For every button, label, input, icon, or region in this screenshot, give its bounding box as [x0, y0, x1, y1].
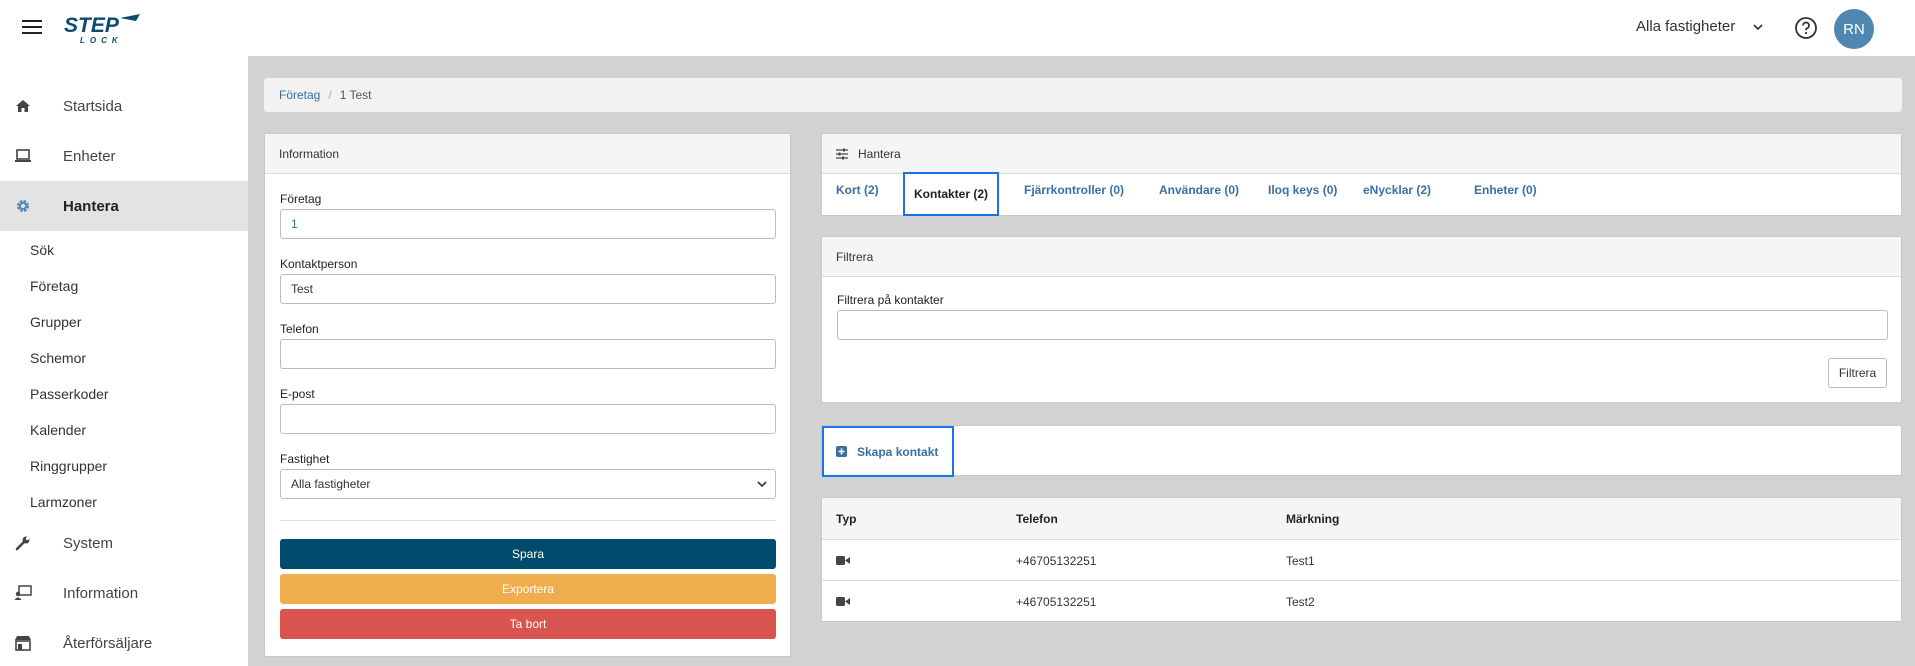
row-label: Test2 [1286, 595, 1315, 609]
logo-bottom-text: LOCK [80, 36, 123, 45]
contacts-table: Typ Telefon Märkning +46705132251 Test1 … [821, 497, 1902, 622]
video-camera-icon [836, 556, 850, 565]
tab-enycklar[interactable]: eNycklar (2) [1363, 174, 1431, 206]
sidebar-subitem-sok[interactable]: Sök [30, 242, 54, 258]
main-content: Företag / 1 Test Information Företag 1 K… [248, 56, 1915, 666]
laptop-icon [14, 147, 32, 165]
sliders-icon [836, 148, 848, 159]
information-card: Information Företag 1 Kontaktperson Test… [264, 133, 791, 657]
save-button[interactable]: Spara [280, 539, 776, 569]
row-phone: +46705132251 [1016, 554, 1097, 568]
logo-top-text: STEP [64, 14, 120, 37]
filter-contacts-label: Filtrera på kontakter [837, 293, 944, 307]
filter-card-title: Filtrera [822, 237, 1901, 277]
wrench-icon [14, 534, 32, 552]
hamburger-menu-icon[interactable] [22, 20, 42, 36]
email-label: E-post [280, 387, 315, 401]
phone-input[interactable] [280, 339, 776, 369]
sidebar-item-label: Information [63, 584, 139, 602]
property-label: Fastighet [280, 452, 330, 466]
table-row[interactable]: +46705132251 Test2 [822, 580, 1900, 621]
table-row[interactable]: +46705132251 Test1 [822, 539, 1900, 580]
home-icon [14, 97, 32, 115]
email-input[interactable] [280, 404, 776, 434]
sidebar-item-label: Återförsäljare [63, 634, 153, 652]
tab-iloq-keys[interactable]: Iloq keys (0) [1268, 174, 1337, 206]
video-camera-icon [836, 597, 850, 606]
store-icon [14, 634, 32, 652]
sidebar-item-startsida[interactable]: Startsida [0, 81, 248, 131]
sidebar-subitem-schemor[interactable]: Schemor [30, 350, 86, 366]
sidebar-subitem-kalender[interactable]: Kalender [30, 422, 86, 438]
sidebar-item-aterforsaljare[interactable]: Återförsäljare [0, 618, 248, 666]
filter-contacts-input[interactable] [837, 310, 1888, 340]
filter-button[interactable]: Filtrera [1828, 358, 1887, 388]
sidebar-subitem-grupper[interactable]: Grupper [30, 314, 81, 330]
information-card-title: Information [265, 134, 790, 174]
create-contact-card: Skapa kontakt [821, 425, 1902, 477]
row-phone: +46705132251 [1016, 595, 1097, 609]
avatar[interactable]: RN [1834, 9, 1874, 49]
company-input[interactable]: 1 [280, 209, 776, 239]
row-label: Test1 [1286, 554, 1315, 568]
sidebar: Startsida Enheter Hantera Sök Företag Gr… [0, 56, 248, 666]
sidebar-item-information[interactable]: Information [0, 568, 248, 618]
help-icon[interactable] [1794, 16, 1818, 40]
sidebar-item-system[interactable]: System [0, 518, 248, 568]
gear-icon [14, 197, 32, 215]
filter-card: Filtrera Filtrera på kontakter Filtrera [821, 236, 1902, 403]
property-selector-label: Alla fastigheter [1636, 18, 1736, 35]
chevron-down-icon [1753, 23, 1763, 30]
sidebar-subitem-larmzoner[interactable]: Larmzoner [30, 494, 97, 510]
company-label: Företag [280, 192, 322, 206]
tab-fjarrkontroller[interactable]: Fjärrkontroller (0) [1024, 174, 1124, 206]
breadcrumb-current: 1 Test [339, 88, 372, 102]
sidebar-item-label: Startsida [63, 97, 123, 115]
contact-person-label: Kontaktperson [280, 257, 358, 271]
sidebar-item-label: Hantera [63, 197, 119, 215]
info-screen-icon [14, 584, 32, 602]
manage-card: Hantera Kort (2) Kontakter (2) Fjärrkont… [821, 133, 1902, 216]
sidebar-item-enheter[interactable]: Enheter [0, 131, 248, 181]
steplock-logo[interactable]: STEP LOCK [62, 12, 142, 46]
tab-anvandare[interactable]: Användare (0) [1159, 174, 1239, 206]
column-header-type: Typ [836, 512, 857, 526]
property-select[interactable]: Alla fastigheter [280, 469, 776, 499]
sidebar-item-label: Enheter [63, 147, 116, 165]
breadcrumb: Företag / 1 Test [264, 78, 1902, 112]
contact-person-input[interactable]: Test [280, 274, 776, 304]
tab-enheter[interactable]: Enheter (0) [1474, 174, 1537, 206]
sidebar-subitem-ringgrupper[interactable]: Ringgrupper [30, 458, 107, 474]
sidebar-item-hantera[interactable]: Hantera [0, 181, 248, 231]
delete-button[interactable]: Ta bort [280, 609, 776, 639]
property-select-value: Alla fastigheter [291, 477, 371, 491]
breadcrumb-link-foretag[interactable]: Företag [279, 88, 320, 102]
form-divider [280, 520, 776, 521]
chevron-down-icon [757, 481, 767, 488]
tab-kort[interactable]: Kort (2) [836, 174, 879, 206]
plus-square-icon [836, 446, 847, 457]
manage-card-title: Hantera [858, 146, 901, 161]
sidebar-item-label: System [63, 534, 114, 552]
column-header-label: Märkning [1286, 512, 1340, 526]
manage-card-header: Hantera [822, 134, 1901, 174]
breadcrumb-separator: / [328, 88, 332, 102]
sidebar-subitem-foretag[interactable]: Företag [30, 278, 78, 294]
table-header: Typ Telefon Märkning [822, 498, 1901, 539]
top-bar: STEP LOCK Alla fastigheter RN [0, 0, 1915, 56]
sidebar-subitem-passerkoder[interactable]: Passerkoder [30, 386, 109, 402]
create-contact-button[interactable]: Skapa kontakt [822, 426, 954, 477]
column-header-phone: Telefon [1016, 512, 1058, 526]
property-selector[interactable]: Alla fastigheter [1636, 18, 1763, 35]
phone-label: Telefon [280, 322, 319, 336]
tab-kontakter[interactable]: Kontakter (2) [903, 172, 1000, 216]
create-contact-label: Skapa kontakt [857, 444, 939, 459]
export-button[interactable]: Exportera [280, 574, 776, 604]
